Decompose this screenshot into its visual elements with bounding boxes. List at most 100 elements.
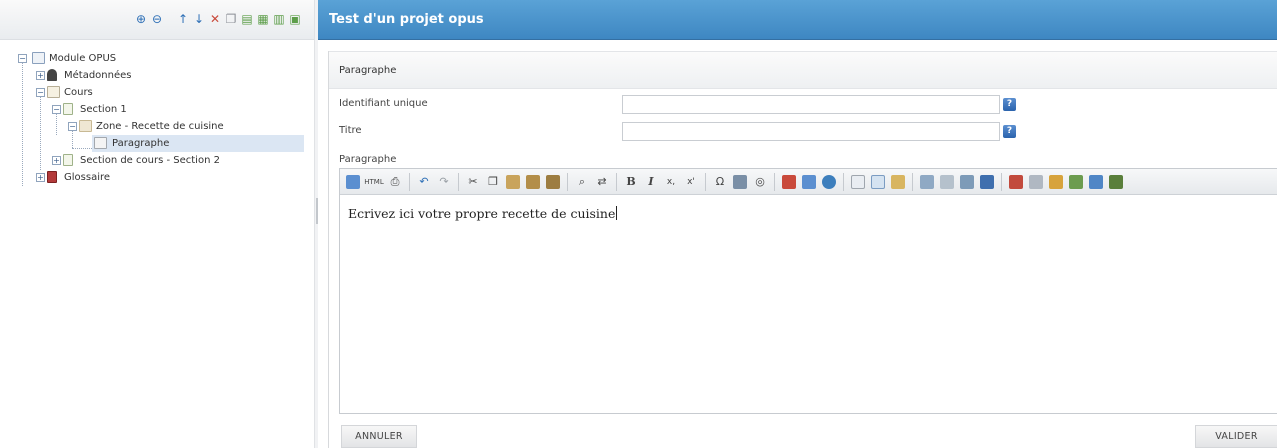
tree-node-metadonnees[interactable]: + Métadonnées bbox=[0, 67, 318, 84]
titre-help-icon[interactable]: ? bbox=[1003, 125, 1016, 138]
book-icon[interactable] bbox=[782, 174, 796, 189]
tree-node-section-2[interactable]: + Section de cours - Section 2 bbox=[0, 152, 318, 169]
section-icon bbox=[63, 103, 73, 115]
toolbar-separator bbox=[705, 172, 706, 191]
gallery-icon[interactable] bbox=[1109, 174, 1123, 189]
tree-node-paragraphe[interactable]: Paragraphe bbox=[92, 135, 304, 152]
move-up-icon[interactable]: ↑ bbox=[176, 11, 190, 27]
toolbar-separator bbox=[774, 172, 775, 191]
tree-node-cours[interactable]: − Cours bbox=[0, 84, 318, 101]
toolbar-separator bbox=[616, 172, 617, 191]
bold-button[interactable]: B bbox=[622, 173, 640, 191]
collapse-icon[interactable]: − bbox=[18, 54, 27, 63]
zone-icon bbox=[79, 120, 92, 132]
eraser-icon[interactable] bbox=[1029, 174, 1043, 189]
tree-connector bbox=[72, 148, 92, 149]
check-icon[interactable] bbox=[1069, 174, 1083, 189]
copy-icon[interactable]: ❐ bbox=[224, 11, 238, 27]
special-char-button[interactable]: Ω bbox=[711, 173, 729, 191]
validate-button[interactable]: VALIDER bbox=[1195, 425, 1277, 448]
course-tree: − Module OPUS + Métadonnées − Cours − Se… bbox=[0, 50, 318, 186]
tree-node-section-1[interactable]: − Section 1 bbox=[0, 101, 318, 118]
collapse-icon[interactable]: − bbox=[36, 88, 45, 97]
tree-node-label: Module OPUS bbox=[49, 53, 117, 64]
redo-icon[interactable]: ↷ bbox=[435, 173, 453, 191]
collapse-icon[interactable]: − bbox=[68, 122, 77, 131]
identifiant-input[interactable] bbox=[622, 95, 1000, 114]
right-panel: Test d'un projet opus Paragraphe Identif… bbox=[318, 0, 1277, 448]
tree-node-glossaire[interactable]: + Glossaire bbox=[0, 169, 318, 186]
identifiant-label: Identifiant unique bbox=[339, 98, 428, 109]
table-icon[interactable] bbox=[733, 174, 747, 189]
delete-icon[interactable]: ✕ bbox=[208, 11, 222, 27]
tree-node-label: Cours bbox=[64, 87, 93, 98]
link-icon[interactable] bbox=[1089, 174, 1103, 189]
print-icon[interactable]: ⎙ bbox=[386, 173, 404, 191]
rich-text-editor: HTML ⎙ ↶ ↷ ✂ ❐ ⌕ ⇄ B I x, x' Ω ◎ Ecrivez… bbox=[339, 168, 1277, 414]
tree-node-zone-recette[interactable]: − Zone - Recette de cuisine bbox=[0, 118, 318, 135]
cancel-button[interactable]: ANNULER bbox=[341, 425, 417, 448]
tree-node-label: Zone - Recette de cuisine bbox=[96, 121, 224, 132]
paste-word-icon[interactable] bbox=[546, 174, 560, 189]
paste-text-icon[interactable] bbox=[526, 174, 540, 189]
expand-icon[interactable]: + bbox=[36, 173, 45, 182]
add-page-icon[interactable]: ▤ bbox=[240, 11, 254, 27]
expand-icon[interactable]: + bbox=[36, 71, 45, 80]
editor-text: Ecrivez ici votre propre recette de cuis… bbox=[348, 206, 616, 221]
text-caret bbox=[616, 206, 618, 220]
editor-content[interactable]: Ecrivez ici votre propre recette de cuis… bbox=[340, 195, 1277, 232]
book-open-icon[interactable] bbox=[802, 174, 816, 189]
titre-input[interactable] bbox=[622, 122, 1000, 141]
course-icon bbox=[47, 86, 60, 98]
tree-node-label: Métadonnées bbox=[64, 70, 132, 81]
module-icon bbox=[32, 52, 45, 64]
pencil-icon[interactable] bbox=[1049, 174, 1063, 189]
new-page-icon[interactable] bbox=[851, 174, 865, 189]
flash-icon[interactable] bbox=[940, 174, 954, 189]
collapse-icon[interactable]: − bbox=[52, 105, 61, 114]
source-icon[interactable] bbox=[346, 174, 360, 189]
toolbar-separator bbox=[912, 172, 913, 191]
move-down-icon[interactable]: ↓ bbox=[192, 11, 206, 27]
media-icon[interactable] bbox=[960, 174, 974, 189]
italic-button[interactable]: I bbox=[642, 173, 660, 191]
toolbar-separator bbox=[458, 172, 459, 191]
zoom-out-icon[interactable]: ⊖ bbox=[150, 11, 164, 27]
tree-node-label: Glossaire bbox=[64, 172, 111, 183]
paragraphe-label: Paragraphe bbox=[339, 154, 397, 165]
quiz-icon[interactable] bbox=[1009, 174, 1023, 189]
document-icon[interactable] bbox=[980, 174, 994, 189]
editor-toolbar: HTML ⎙ ↶ ↷ ✂ ❐ ⌕ ⇄ B I x, x' Ω ◎ bbox=[340, 169, 1277, 195]
find-icon[interactable]: ⌕ bbox=[573, 173, 591, 191]
edit-page-icon[interactable] bbox=[871, 174, 885, 189]
left-panel: ⊕ ⊖ ↑ ↓ ✕ ❐ ▤ ▦ ▥ ▣ − Module OPUS + Méta… bbox=[0, 0, 318, 448]
titre-label: Titre bbox=[339, 125, 362, 136]
toolbar-separator bbox=[1001, 172, 1002, 191]
tree-node-module-opus[interactable]: − Module OPUS bbox=[0, 50, 318, 67]
zoom-in-icon[interactable]: ⊕ bbox=[134, 11, 148, 27]
tree-node-label: Section 1 bbox=[80, 104, 127, 115]
tree-toolbar: ⊕ ⊖ ↑ ↓ ✕ ❐ ▤ ▦ ▥ ▣ bbox=[0, 0, 318, 40]
tree-node-label: Section de cours - Section 2 bbox=[80, 155, 220, 166]
page-title: Test d'un projet opus bbox=[318, 0, 1277, 40]
undo-icon[interactable]: ↶ bbox=[415, 173, 433, 191]
identifiant-help-icon[interactable]: ? bbox=[1003, 98, 1016, 111]
form-footer: ANNULER VALIDER bbox=[329, 425, 1277, 448]
glossary-icon bbox=[47, 171, 57, 183]
image-icon[interactable] bbox=[920, 174, 934, 189]
expand-icon[interactable]: + bbox=[52, 156, 61, 165]
template-icon[interactable] bbox=[891, 174, 905, 189]
add-zone-icon[interactable]: ▦ bbox=[256, 11, 270, 27]
add-element-icon[interactable]: ▥ bbox=[272, 11, 286, 27]
html-button[interactable]: HTML bbox=[364, 173, 384, 191]
replace-icon[interactable]: ⇄ bbox=[593, 173, 611, 191]
superscript-button[interactable]: x' bbox=[682, 173, 700, 191]
globe-icon[interactable] bbox=[822, 174, 836, 189]
circle-icon[interactable]: ◎ bbox=[751, 173, 769, 191]
toolbar-separator bbox=[843, 172, 844, 191]
subscript-button[interactable]: x, bbox=[662, 173, 680, 191]
paste-icon[interactable] bbox=[506, 174, 520, 189]
cut-icon[interactable]: ✂ bbox=[464, 173, 482, 191]
add-sub-icon[interactable]: ▣ bbox=[288, 11, 302, 27]
copy-icon[interactable]: ❐ bbox=[484, 173, 502, 191]
